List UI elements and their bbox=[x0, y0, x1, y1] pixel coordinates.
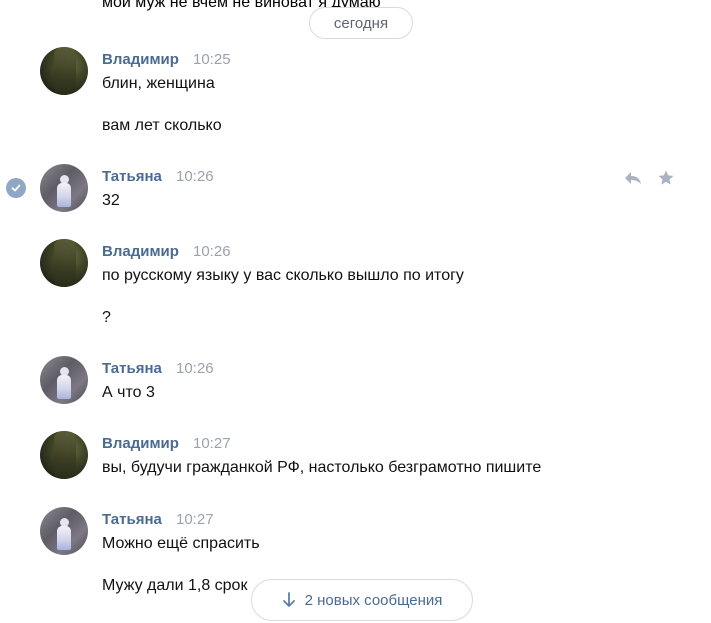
message-time: 10:26 bbox=[176, 360, 214, 377]
sender-name[interactable]: Владимир bbox=[102, 243, 179, 260]
avatar-vladimir[interactable] bbox=[40, 239, 88, 287]
message-text: Можно ещё спрасить bbox=[102, 535, 260, 552]
avatar-vladimir[interactable] bbox=[40, 47, 88, 95]
message-time: 10:26 bbox=[193, 243, 231, 260]
sender-name[interactable]: Владимир bbox=[102, 51, 179, 68]
message-text: вам лет сколько bbox=[102, 117, 222, 134]
avatar-figure-body bbox=[57, 183, 71, 207]
message-time: 10:26 bbox=[176, 168, 214, 185]
sender-name[interactable]: Татьяна bbox=[102, 511, 162, 528]
message-text: вы, будучи гражданкой РФ, настолько безг… bbox=[102, 459, 542, 476]
avatar-figure-body bbox=[57, 526, 71, 550]
message-text: ? bbox=[102, 309, 111, 326]
arrow-down-icon bbox=[282, 592, 296, 608]
message-text: А что 3 bbox=[102, 384, 155, 401]
sender-name[interactable]: Татьяна bbox=[102, 168, 162, 185]
sender-name[interactable]: Татьяна bbox=[102, 360, 162, 377]
message-text: по русскому языку у вас сколько вышло по… bbox=[102, 267, 464, 284]
message-text: Мужу дали 1,8 срок bbox=[102, 577, 248, 594]
reply-icon[interactable] bbox=[621, 166, 645, 190]
sender-name[interactable]: Владимир bbox=[102, 435, 179, 452]
message-time: 10:25 bbox=[193, 51, 231, 68]
chat-history: мой муж не вчем не виноват я думаю сегод… bbox=[0, 0, 711, 623]
star-icon[interactable] bbox=[654, 166, 678, 190]
message-time: 10:27 bbox=[193, 435, 231, 452]
avatar-tatiana[interactable] bbox=[40, 164, 88, 212]
new-messages-button[interactable]: 2 новых сообщения bbox=[251, 579, 473, 621]
new-messages-label: 2 новых сообщения bbox=[304, 591, 443, 609]
check-circle-icon bbox=[6, 178, 26, 198]
avatar-tatiana[interactable] bbox=[40, 356, 88, 404]
avatar-vladimir[interactable] bbox=[40, 431, 88, 479]
message-text: блин, женщина bbox=[102, 75, 215, 92]
message-time: 10:27 bbox=[176, 511, 214, 528]
avatar-tatiana[interactable] bbox=[40, 507, 88, 555]
date-label: сегодня bbox=[333, 14, 389, 32]
date-separator: сегодня bbox=[309, 7, 413, 39]
avatar-figure-body bbox=[57, 375, 71, 399]
message-text: 32 bbox=[102, 192, 120, 209]
